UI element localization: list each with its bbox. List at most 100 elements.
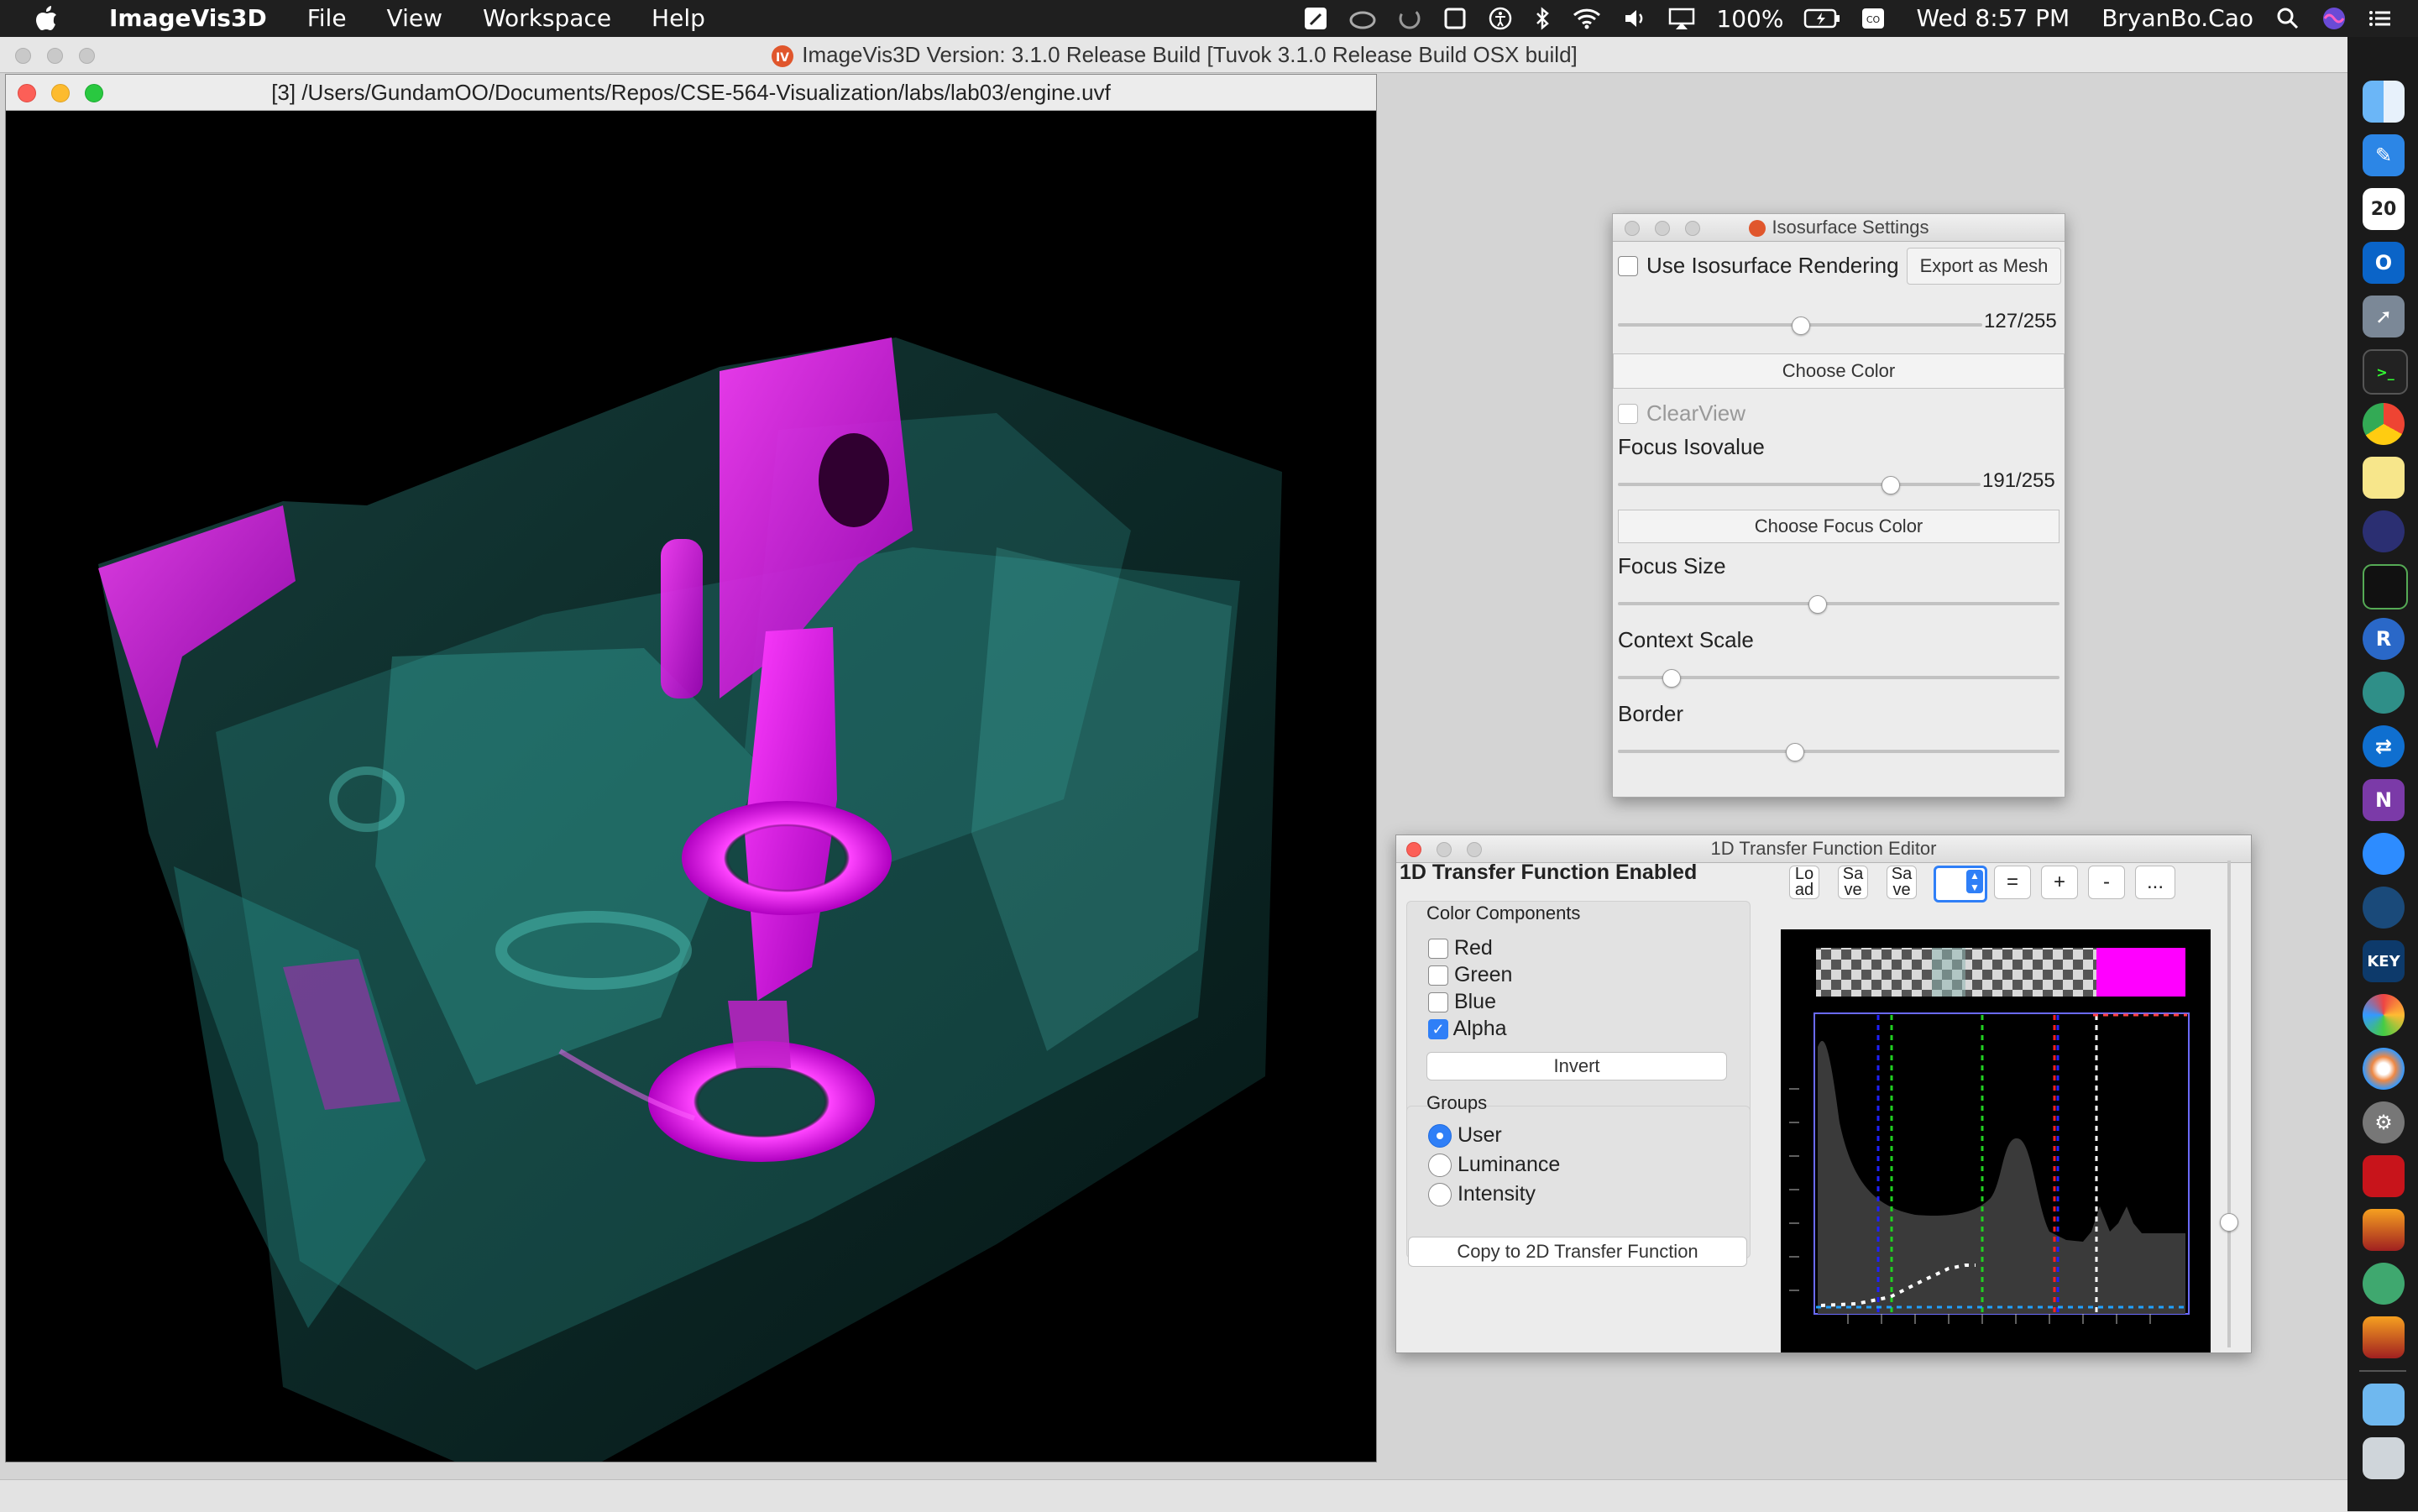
user-name[interactable]: BryanBo.Cao: [2090, 0, 2265, 37]
keynote-icon[interactable]: KEY: [2363, 940, 2405, 982]
bluetooth-icon[interactable]: [1533, 6, 1552, 31]
isovalue-slider-knob[interactable]: [1792, 317, 1810, 335]
tf-save-as-button[interactable]: Sa ve: [1887, 866, 1917, 899]
accessibility-icon[interactable]: [1488, 6, 1513, 31]
color-icon[interactable]: [2363, 1048, 2405, 1090]
tf-titlebar[interactable]: 1D Transfer Function Editor: [1396, 835, 2251, 863]
intensity-radio[interactable]: [1428, 1183, 1452, 1207]
context-scale-slider[interactable]: [1618, 669, 2059, 688]
rocket-icon[interactable]: ➚: [2363, 296, 2405, 337]
border-slider-knob[interactable]: [1786, 743, 1805, 761]
menu-file[interactable]: File: [287, 0, 367, 37]
focus-isovalue-slider-knob[interactable]: [1882, 476, 1900, 494]
chrome-icon[interactable]: [2363, 403, 2405, 445]
choose-color-button[interactable]: Choose Color: [1613, 353, 2065, 389]
notes-icon[interactable]: [2363, 457, 2405, 499]
imagevis-icon-2[interactable]: [2363, 1316, 2405, 1358]
trash-icon[interactable]: [2363, 1437, 2405, 1479]
focus-isovalue-slider[interactable]: [1618, 476, 1981, 494]
luminance-radio[interactable]: [1428, 1154, 1452, 1178]
focus-size-label: Focus Size: [1618, 553, 1726, 578]
component-blue[interactable]: Blue: [1428, 988, 1512, 1015]
window-icon[interactable]: [1442, 6, 1468, 31]
isovalue-slider[interactable]: [1618, 317, 1982, 335]
use-isosurface-checkbox[interactable]: [1618, 255, 1638, 276]
tf-equal-button[interactable]: =: [1994, 866, 2031, 899]
browser-icon[interactable]: [2363, 672, 2405, 714]
volume-render-view[interactable]: [6, 111, 1376, 1471]
red-checkbox[interactable]: [1428, 939, 1448, 960]
finder-icon[interactable]: [2363, 81, 2405, 123]
focus-size-slider[interactable]: [1618, 595, 2059, 614]
user-radio[interactable]: [1428, 1124, 1452, 1148]
border-slider[interactable]: [1618, 743, 2059, 761]
component-alpha[interactable]: ✓ Alpha: [1428, 1015, 1512, 1042]
component-green[interactable]: Green: [1428, 961, 1512, 988]
notification-center-icon[interactable]: [2368, 6, 2393, 31]
atom-icon[interactable]: [2363, 1263, 2405, 1305]
tf-vertical-slider[interactable]: [2220, 861, 2238, 1347]
invert-button[interactable]: Invert: [1426, 1052, 1727, 1080]
app-menu[interactable]: ImageVis3D: [89, 0, 287, 37]
activity-monitor-icon[interactable]: [2363, 564, 2408, 610]
sync-icon[interactable]: [1397, 6, 1422, 31]
outlook-icon[interactable]: O: [2363, 242, 2405, 284]
clearview-checkbox[interactable]: [1618, 403, 1638, 424]
zoom-icon[interactable]: [2363, 833, 2405, 875]
imagevis-small-icon: [1749, 220, 1766, 238]
menu-help[interactable]: Help: [631, 0, 725, 37]
imagevis-icon[interactable]: [2363, 1209, 2405, 1251]
system-preferences-icon[interactable]: ⚙: [2363, 1101, 2405, 1143]
green-checkbox[interactable]: [1428, 965, 1448, 986]
user-badge-icon[interactable]: CO: [1861, 6, 1886, 31]
eclipse-icon[interactable]: [2363, 510, 2405, 552]
tf-histogram[interactable]: [1781, 929, 2211, 1352]
group-luminance[interactable]: Luminance: [1428, 1150, 1560, 1180]
red-label: Red: [1453, 936, 1493, 960]
tf-save-button[interactable]: Sa ve: [1838, 866, 1868, 899]
search-app-icon[interactable]: [2363, 887, 2405, 929]
context-scale-slider-knob[interactable]: [1662, 669, 1682, 688]
alpha-checkbox[interactable]: ✓: [1428, 1019, 1448, 1040]
component-red[interactable]: Red: [1428, 934, 1512, 961]
r-icon[interactable]: R: [2363, 618, 2405, 660]
pen-icon[interactable]: ✎: [2363, 134, 2405, 176]
render-window-titlebar[interactable]: [3] /Users/GundamOO/Documents/Repos/CSE-…: [6, 75, 1376, 111]
clock[interactable]: Wed 8:57 PM: [1896, 0, 2090, 37]
apple-icon[interactable]: [34, 5, 59, 32]
menu-view[interactable]: View: [367, 0, 463, 37]
acrobat-icon[interactable]: [2363, 1155, 2405, 1197]
folder-icon[interactable]: [2363, 1384, 2405, 1426]
tf-more-button[interactable]: ...: [2135, 866, 2175, 899]
battery-icon[interactable]: [1803, 8, 1840, 29]
group-user[interactable]: User: [1428, 1121, 1560, 1150]
teamviewer-icon[interactable]: ⇄: [2363, 725, 2405, 767]
creative-cloud-icon[interactable]: [1348, 6, 1377, 31]
isosurface-titlebar[interactable]: Isosurface Settings: [1613, 214, 2065, 242]
menu-workspace[interactable]: Workspace: [463, 0, 631, 37]
focus-isovalue-readout: 191/255: [1982, 469, 2055, 492]
tf-load-button[interactable]: Lo ad: [1789, 866, 1819, 899]
tf-canvas[interactable]: [1781, 929, 2211, 1352]
group-intensity[interactable]: Intensity: [1428, 1180, 1560, 1209]
pinwheel-icon[interactable]: [2363, 994, 2405, 1036]
onenote-icon[interactable]: N: [2363, 779, 2405, 821]
choose-focus-color-button[interactable]: Choose Focus Color: [1618, 510, 2059, 543]
volume-icon[interactable]: [1622, 6, 1647, 31]
script-editor-icon[interactable]: [1303, 6, 1328, 31]
siri-icon[interactable]: [2321, 5, 2347, 32]
airplay-icon[interactable]: [1667, 6, 1696, 31]
spotlight-search-icon[interactable]: [2275, 6, 2300, 31]
wifi-icon[interactable]: [1572, 6, 1602, 31]
blue-checkbox[interactable]: [1428, 992, 1448, 1013]
tf-mode-select[interactable]: ▲ ▼: [1934, 866, 1987, 902]
copy-2d-tf-button[interactable]: Copy to 2D Transfer Function: [1408, 1237, 1747, 1267]
tf-add-button[interactable]: +: [2041, 866, 2078, 899]
focus-size-slider-knob[interactable]: [1808, 595, 1827, 614]
tf-remove-button[interactable]: -: [2088, 866, 2125, 899]
export-mesh-button[interactable]: Export as Mesh: [1907, 248, 2061, 285]
terminal-icon[interactable]: >_: [2363, 349, 2408, 395]
main-window-titlebar[interactable]: IV ImageVis3D Version: 3.1.0 Release Buil…: [0, 37, 2347, 73]
calendar-icon[interactable]: 20: [2363, 188, 2405, 230]
tf-vertical-slider-knob[interactable]: [2220, 1213, 2238, 1232]
